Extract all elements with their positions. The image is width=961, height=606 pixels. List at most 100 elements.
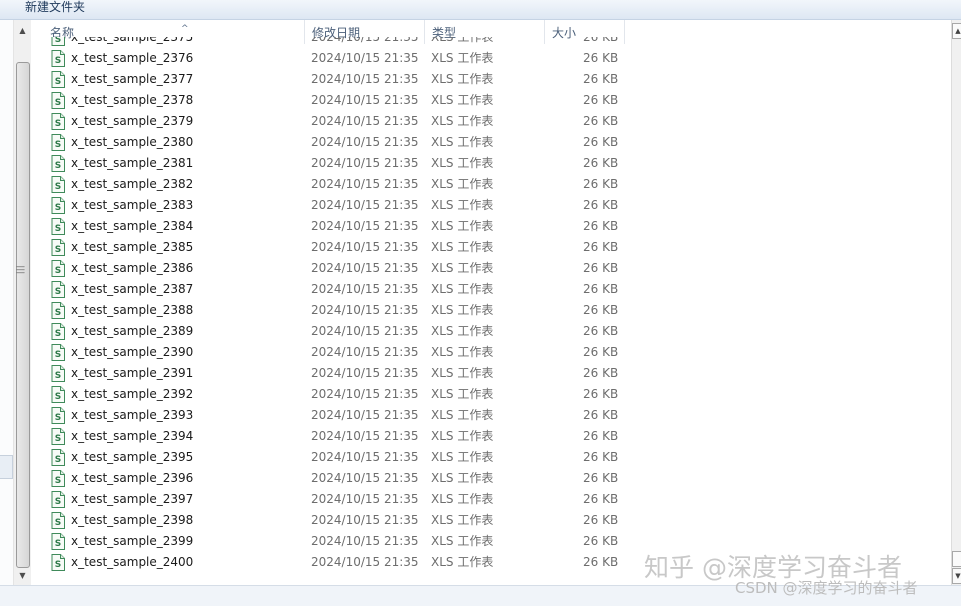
file-name[interactable]: x_test_sample_2396 bbox=[71, 468, 193, 489]
command-bar: 新建文件夹 bbox=[0, 0, 961, 20]
xls-file-icon: S bbox=[51, 134, 65, 151]
xls-file-icon: S bbox=[51, 449, 65, 466]
file-row[interactable]: Sx_test_sample_2393 2024/10/15 21:35 XLS 工… bbox=[31, 405, 951, 426]
file-row[interactable]: Sx_test_sample_2398 2024/10/15 21:35 XLS 工… bbox=[31, 510, 951, 531]
navigation-pane-handle[interactable] bbox=[0, 455, 13, 479]
file-row[interactable]: Sx_test_sample_2378 2024/10/15 21:35 XLS 工… bbox=[31, 90, 951, 111]
file-modified-date: 2024/10/15 21:35 bbox=[311, 72, 419, 86]
file-modified-date: 2024/10/15 21:35 bbox=[311, 303, 419, 317]
file-row[interactable]: Sx_test_sample_2396 2024/10/15 21:35 XLS 工… bbox=[31, 468, 951, 489]
file-row[interactable]: Sx_test_sample_2385 2024/10/15 21:35 XLS 工… bbox=[31, 237, 951, 258]
file-name[interactable]: x_test_sample_2388 bbox=[71, 300, 193, 321]
file-name[interactable]: x_test_sample_2387 bbox=[71, 279, 193, 300]
file-type: XLS 工作表 bbox=[431, 114, 494, 128]
file-size: 26 KB bbox=[583, 534, 619, 548]
file-type: XLS 工作表 bbox=[431, 408, 494, 422]
file-row[interactable]: Sx_test_sample_2394 2024/10/15 21:35 XLS 工… bbox=[31, 426, 951, 447]
file-row[interactable]: Sx_test_sample_2395 2024/10/15 21:35 XLS 工… bbox=[31, 447, 951, 468]
file-type: XLS 工作表 bbox=[431, 219, 494, 233]
file-row[interactable]: Sx_test_sample_2387 2024/10/15 21:35 XLS 工… bbox=[31, 279, 951, 300]
file-row[interactable]: Sx_test_sample_2377 2024/10/15 21:35 XLS 工… bbox=[31, 69, 951, 90]
watermark-csdn: CSDN @深度学习的奋斗者 bbox=[735, 579, 918, 597]
file-row[interactable]: Sx_test_sample_2390 2024/10/15 21:35 XLS 工… bbox=[31, 342, 951, 363]
file-row[interactable]: Sx_test_sample_2397 2024/10/15 21:35 XLS 工… bbox=[31, 489, 951, 510]
scrollbar-thumb[interactable] bbox=[952, 551, 961, 567]
file-row[interactable]: Sx_test_sample_2381 2024/10/15 21:35 XLS 工… bbox=[31, 153, 951, 174]
svg-text:S: S bbox=[55, 518, 61, 528]
file-name[interactable]: x_test_sample_2400 bbox=[71, 552, 193, 573]
file-type: XLS 工作表 bbox=[431, 324, 494, 338]
file-type: XLS 工作表 bbox=[431, 303, 494, 317]
file-size: 26 KB bbox=[583, 240, 619, 254]
file-row[interactable]: Sx_test_sample_2376 2024/10/15 21:35 XLS 工… bbox=[31, 48, 951, 69]
file-name[interactable]: x_test_sample_2394 bbox=[71, 426, 193, 447]
svg-text:S: S bbox=[55, 329, 61, 339]
navigation-scrollbar[interactable]: ▲ — — — ▼ bbox=[13, 20, 31, 585]
file-modified-date: 2024/10/15 21:35 bbox=[311, 198, 419, 212]
file-modified-date: 2024/10/15 21:35 bbox=[311, 37, 419, 44]
file-name[interactable]: x_test_sample_2398 bbox=[71, 510, 193, 531]
file-name[interactable]: x_test_sample_2390 bbox=[71, 342, 193, 363]
scrollbar-thumb[interactable] bbox=[16, 62, 30, 568]
file-name[interactable]: x_test_sample_2379 bbox=[71, 111, 193, 132]
file-name[interactable]: x_test_sample_2395 bbox=[71, 447, 193, 468]
file-name[interactable]: x_test_sample_2375 bbox=[71, 37, 193, 48]
svg-text:S: S bbox=[55, 287, 61, 297]
file-size: 26 KB bbox=[583, 366, 619, 380]
scroll-down-arrow-icon[interactable]: ▼ bbox=[14, 567, 31, 584]
file-size: 26 KB bbox=[583, 345, 619, 359]
xls-file-icon: S bbox=[51, 176, 65, 193]
file-type: XLS 工作表 bbox=[431, 513, 494, 527]
scroll-up-arrow-icon[interactable]: ▲ bbox=[952, 23, 961, 39]
xls-file-icon: S bbox=[51, 239, 65, 256]
file-row[interactable]: Sx_test_sample_2392 2024/10/15 21:35 XLS 工… bbox=[31, 384, 951, 405]
file-name[interactable]: x_test_sample_2399 bbox=[71, 531, 193, 552]
new-folder-button[interactable]: 新建文件夹 bbox=[25, 0, 85, 15]
content-scrollbar[interactable]: ▲ ▼ bbox=[951, 20, 961, 585]
svg-text:S: S bbox=[55, 56, 61, 66]
svg-text:S: S bbox=[55, 476, 61, 486]
file-modified-date: 2024/10/15 21:35 bbox=[311, 324, 419, 338]
xls-file-icon: S bbox=[51, 37, 65, 46]
file-row[interactable]: Sx_test_sample_2388 2024/10/15 21:35 XLS 工… bbox=[31, 300, 951, 321]
file-row[interactable]: Sx_test_sample_2383 2024/10/15 21:35 XLS 工… bbox=[31, 195, 951, 216]
file-row[interactable]: Sx_test_sample_2389 2024/10/15 21:35 XLS 工… bbox=[31, 321, 951, 342]
file-name[interactable]: x_test_sample_2378 bbox=[71, 90, 193, 111]
scroll-up-arrow-icon[interactable]: ▲ bbox=[14, 22, 31, 39]
file-row[interactable]: Sx_test_sample_2391 2024/10/15 21:35 XLS 工… bbox=[31, 363, 951, 384]
file-name[interactable]: x_test_sample_2380 bbox=[71, 132, 193, 153]
svg-text:S: S bbox=[55, 350, 61, 360]
file-type: XLS 工作表 bbox=[431, 72, 494, 86]
file-name[interactable]: x_test_sample_2385 bbox=[71, 237, 193, 258]
file-type: XLS 工作表 bbox=[431, 240, 494, 254]
file-row[interactable]: Sx_test_sample_2380 2024/10/15 21:35 XLS 工… bbox=[31, 132, 951, 153]
file-row[interactable]: Sx_test_sample_2384 2024/10/15 21:35 XLS 工… bbox=[31, 216, 951, 237]
file-name[interactable]: x_test_sample_2397 bbox=[71, 489, 193, 510]
scroll-down-arrow-icon[interactable]: ▼ bbox=[952, 568, 961, 584]
file-name[interactable]: x_test_sample_2381 bbox=[71, 153, 193, 174]
file-name[interactable]: x_test_sample_2383 bbox=[71, 195, 193, 216]
file-name[interactable]: x_test_sample_2389 bbox=[71, 321, 193, 342]
file-name[interactable]: x_test_sample_2386 bbox=[71, 258, 193, 279]
file-size: 26 KB bbox=[583, 513, 619, 527]
file-row[interactable]: Sx_test_sample_2375 2024/10/15 21:35 XLS 工… bbox=[31, 37, 951, 48]
file-name[interactable]: x_test_sample_2391 bbox=[71, 363, 193, 384]
file-name[interactable]: x_test_sample_2377 bbox=[71, 69, 193, 90]
file-name[interactable]: x_test_sample_2382 bbox=[71, 174, 193, 195]
navigation-pane bbox=[0, 20, 14, 585]
file-row[interactable]: Sx_test_sample_2379 2024/10/15 21:35 XLS 工… bbox=[31, 111, 951, 132]
file-type: XLS 工作表 bbox=[431, 492, 494, 506]
file-name[interactable]: x_test_sample_2376 bbox=[71, 48, 193, 69]
svg-text:S: S bbox=[55, 560, 61, 570]
file-name[interactable]: x_test_sample_2393 bbox=[71, 405, 193, 426]
file-row[interactable]: Sx_test_sample_2382 2024/10/15 21:35 XLS 工… bbox=[31, 174, 951, 195]
file-size: 26 KB bbox=[583, 387, 619, 401]
file-size: 26 KB bbox=[583, 114, 619, 128]
xls-file-icon: S bbox=[51, 113, 65, 130]
svg-text:S: S bbox=[55, 539, 61, 549]
file-name[interactable]: x_test_sample_2384 bbox=[71, 216, 193, 237]
file-row[interactable]: Sx_test_sample_2386 2024/10/15 21:35 XLS 工… bbox=[31, 258, 951, 279]
svg-text:S: S bbox=[55, 182, 61, 192]
xls-file-icon: S bbox=[51, 407, 65, 424]
file-name[interactable]: x_test_sample_2392 bbox=[71, 384, 193, 405]
